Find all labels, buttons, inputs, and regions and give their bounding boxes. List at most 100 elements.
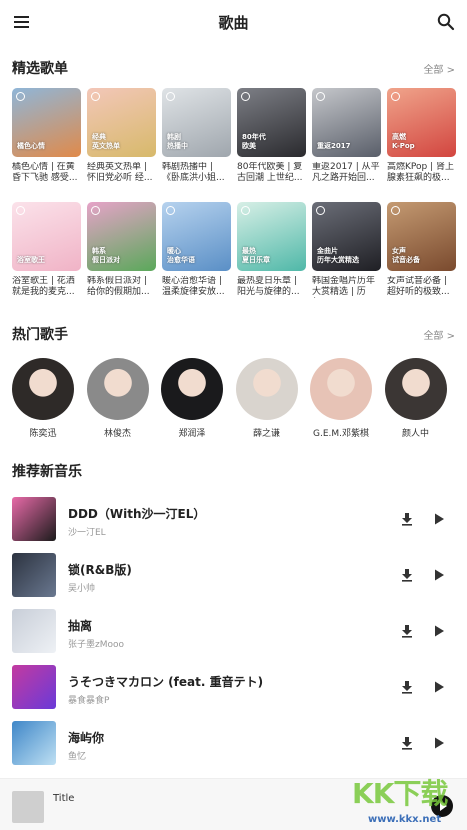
featured-more-link[interactable]: 全部 > — [423, 61, 455, 76]
playlist-name: 高燃KPop | 肾上腺素狂飙的极... — [387, 162, 454, 183]
player-title: Title — [53, 793, 75, 804]
artist-name: 颜人中 — [401, 429, 429, 439]
search-icon[interactable] — [436, 12, 456, 32]
song-title: 海屿你 — [68, 731, 105, 745]
playlist-tag: 橘色心情 — [17, 142, 45, 150]
artist-item[interactable]: G.E.M.邓紫棋 — [306, 358, 376, 439]
artist-item[interactable]: 颜人中 — [381, 358, 451, 439]
song-cover — [12, 609, 56, 653]
playlist-name: 重返2017 | 从平凡之路开始回... — [312, 162, 380, 183]
music-logo-icon — [91, 206, 100, 215]
hot-artists-header: 热门歌手 全部 > — [12, 324, 455, 344]
play-icon[interactable] — [432, 624, 446, 638]
playlist-cover: 重返2017 — [312, 88, 381, 157]
play-icon[interactable] — [432, 680, 446, 694]
song-cover — [12, 497, 56, 541]
playlist-cover: 浴室歌王 — [12, 202, 81, 271]
playlist-cover: 高燃 K-Pop — [387, 88, 456, 157]
section-title: 热门歌手 — [12, 327, 68, 343]
artist-avatar — [12, 358, 74, 420]
artist-name: G.E.M.邓紫棋 — [312, 429, 369, 439]
playlist-cover: 韩剧 热播中 — [162, 88, 231, 157]
download-icon[interactable] — [400, 568, 414, 582]
watermark-url: www.kkx.net — [368, 814, 442, 825]
song-title: うそつきマカロン (feat. 重音テト) — [68, 675, 264, 689]
playlist-tag: 女声 试音必备 — [392, 247, 420, 264]
music-logo-icon — [16, 206, 25, 215]
play-icon[interactable] — [432, 512, 446, 526]
song-row[interactable]: 抽离 张子墨zMooo — [12, 609, 456, 653]
playlist-card[interactable]: 女声 试音必备女声试音必备 | 超好听的极致... — [387, 202, 456, 298]
playlist-name: 女声试音必备 | 超好听的极致... — [387, 276, 450, 297]
artist-name: 林俊杰 — [103, 429, 131, 439]
playlist-name: 浴室歌王 | 花洒就是我的麦克... — [12, 276, 75, 297]
download-icon[interactable] — [400, 680, 414, 694]
playlist-card[interactable]: 高燃 K-Pop 高燃KPop | 肾上腺素狂飙的极... — [387, 88, 456, 184]
playlist-card[interactable]: 橘色心情橘色心情 | 在黄昏下飞驰 感受... — [12, 88, 81, 184]
artist-item[interactable]: 林俊杰 — [83, 358, 153, 439]
playlist-name: 80年代欧美 | 复古回潮 上世纪... — [237, 162, 303, 183]
playlist-card[interactable]: 韩剧 热播中 韩剧热播中 | 《卧底洪小姐... — [162, 88, 231, 184]
music-logo-icon — [316, 206, 325, 215]
playlist-name: 最热夏日乐章 | 阳光与旋律的... — [237, 276, 300, 297]
artist-avatar — [86, 358, 149, 420]
song-artist: 暴食暴食P — [68, 696, 110, 706]
playlist-cover: 最热 夏日乐章 — [237, 202, 306, 271]
playlist-card[interactable]: 浴室歌王浴室歌王 | 花洒就是我的麦克... — [12, 202, 81, 298]
playlist-cover: 经典 英文热单 — [87, 88, 156, 157]
artist-name: 陈奕迅 — [29, 429, 57, 439]
top-app-bar: 歌曲 — [0, 0, 467, 44]
playlist-card[interactable]: 最热 夏日乐章最热夏日乐章 | 阳光与旋律的... — [237, 202, 306, 298]
playlist-name: 橘色心情 | 在黄昏下飞驰 感受... — [12, 162, 78, 183]
song-row[interactable]: うそつきマカロン (feat. 重音テト) 暴食暴食P — [12, 665, 456, 709]
song-artist: 鱼忆 — [68, 752, 87, 762]
playlist-tag: 最热 夏日乐章 — [242, 247, 270, 264]
playlist-cover: 80年代 欧美 — [237, 88, 306, 157]
page-title: 歌曲 — [218, 14, 249, 32]
download-icon[interactable] — [400, 736, 414, 750]
artist-avatar — [161, 358, 223, 420]
artist-item[interactable]: 薛之谦 — [232, 358, 302, 439]
artist-name: 薛之谦 — [252, 429, 280, 439]
watermark-text: KK下载 — [352, 777, 448, 810]
playlist-tag: 金曲片 历年大赏精选 — [317, 247, 359, 264]
section-title: 精选歌单 — [12, 61, 68, 77]
music-logo-icon — [241, 92, 250, 101]
playlist-card[interactable]: 80年代 欧美 80年代欧美 | 复古回潮 上世纪... — [237, 88, 306, 184]
song-artist: 沙一汀EL — [68, 528, 106, 538]
playlist-tag: 韩剧 热播中 — [167, 133, 188, 150]
section-title: 推荐新音乐 — [12, 464, 82, 480]
artists-more-link[interactable]: 全部 > — [423, 327, 455, 342]
playlist-cover: 女声 试音必备 — [387, 202, 456, 271]
music-logo-icon — [166, 92, 175, 101]
artist-item[interactable]: 陈奕迅 — [8, 358, 78, 439]
song-title: DDD（With沙一汀EL） — [68, 507, 206, 521]
playlist-tag: 重返2017 — [317, 142, 351, 150]
song-row[interactable]: 锁(R&B版) 吴小帅 — [12, 553, 456, 597]
playlist-card[interactable]: 重返2017 重返2017 | 从平凡之路开始回... — [312, 88, 381, 184]
download-icon[interactable] — [400, 624, 414, 638]
download-icon[interactable] — [400, 512, 414, 526]
music-logo-icon — [316, 92, 325, 101]
playlist-name: 经典英文热单 | 怀旧党必听 经... — [87, 162, 153, 183]
song-cover — [12, 553, 56, 597]
playlist-card[interactable]: 经典 英文热单经典英文热单 | 怀旧党必听 经... — [87, 88, 156, 184]
playlist-card[interactable]: 暖心 治愈华语 暖心治愈华语 | 温柔旋律安放... — [162, 202, 231, 298]
play-icon[interactable] — [432, 736, 446, 750]
song-cover — [12, 665, 56, 709]
song-title: 抽离 — [68, 619, 93, 633]
song-row[interactable]: 海屿你 鱼忆 — [12, 721, 456, 765]
playlist-name: 韩系假日派对 | 给你的假期加... — [87, 276, 150, 297]
playlist-tag: 浴室歌王 — [17, 256, 45, 264]
song-cover — [12, 721, 56, 765]
playlist-card[interactable]: 金曲片 历年大赏精选韩国金唱片历年大赏精选 | 历年... — [312, 202, 381, 298]
playlist-cover: 金曲片 历年大赏精选 — [312, 202, 381, 271]
artist-item[interactable]: 郑润泽 — [157, 358, 227, 439]
song-row[interactable]: DDD（With沙一汀EL） 沙一汀EL — [12, 497, 456, 541]
music-logo-icon — [166, 206, 175, 215]
playlist-card[interactable]: 韩系 假日派对 韩系假日派对 | 给你的假期加... — [87, 202, 156, 298]
play-icon[interactable] — [432, 568, 446, 582]
playlist-cover: 橘色心情 — [12, 88, 81, 157]
featured-playlists-header: 精选歌单 全部 > — [12, 58, 455, 78]
player-cover — [12, 791, 44, 823]
